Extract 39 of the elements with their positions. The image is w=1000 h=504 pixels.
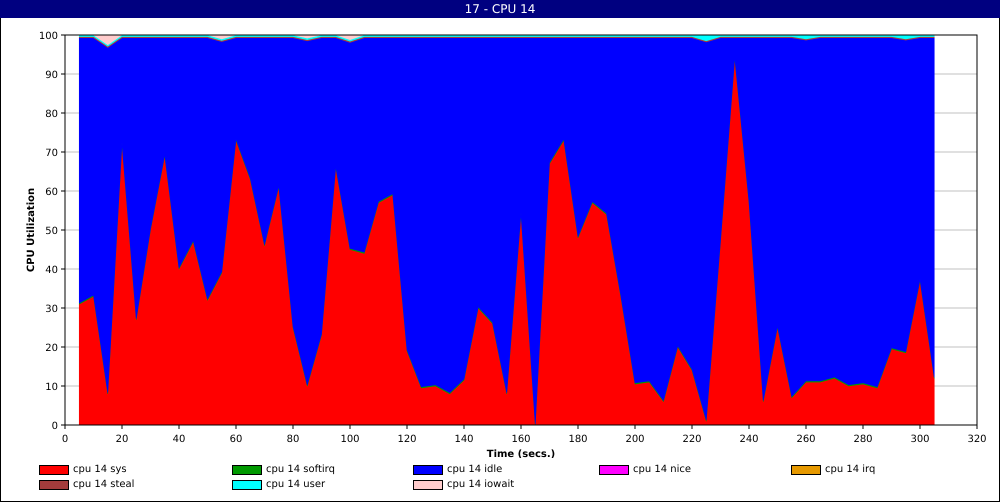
legend-label: cpu 14 sys	[73, 464, 127, 475]
tick-label: 160	[511, 434, 531, 445]
tick-label: 70	[45, 148, 58, 159]
axis-title: CPU Utilization	[26, 188, 37, 272]
legend-label: cpu 14 irq	[825, 464, 876, 475]
tick-label: 260	[796, 434, 816, 445]
tick-label: 100	[38, 31, 58, 42]
tick-label: 100	[340, 434, 360, 445]
tick-label: 280	[853, 434, 873, 445]
tick-label: 180	[568, 434, 588, 445]
window-title: 17 - CPU 14	[464, 2, 536, 16]
tick-label: 80	[45, 109, 58, 120]
tick-label: 220	[682, 434, 702, 445]
legend-label: cpu 14 steal	[73, 479, 134, 490]
tick-label: 40	[45, 265, 58, 276]
tick-label: 40	[172, 434, 186, 445]
tick-label: 60	[45, 187, 58, 198]
tick-label: 20	[45, 343, 58, 354]
legend-label: cpu 14 iowait	[447, 479, 514, 490]
axis-title: Time (secs.)	[486, 449, 556, 458]
legend-label: cpu 14 idle	[447, 464, 502, 475]
tick-label: 0	[52, 421, 58, 432]
tick-label: 240	[739, 434, 759, 445]
tick-label: 20	[116, 434, 128, 445]
tick-label: 200	[625, 434, 645, 445]
legend-label: cpu 14 softirq	[266, 464, 335, 475]
tick-label: 90	[45, 70, 58, 81]
tick-label: 30	[45, 304, 58, 315]
tick-label: 320	[967, 434, 987, 445]
tick-label: 10	[45, 382, 58, 393]
tick-label: 120	[397, 434, 417, 445]
legend-label: cpu 14 nice	[633, 464, 692, 475]
tick-label: 60	[230, 434, 242, 445]
tick-label: 300	[910, 434, 930, 445]
tick-label: 80	[286, 434, 300, 445]
tick-label: 0	[62, 434, 68, 445]
tick-label: 140	[454, 434, 474, 445]
legend-label: cpu 14 user	[266, 479, 326, 490]
tick-label: 50	[45, 226, 58, 237]
